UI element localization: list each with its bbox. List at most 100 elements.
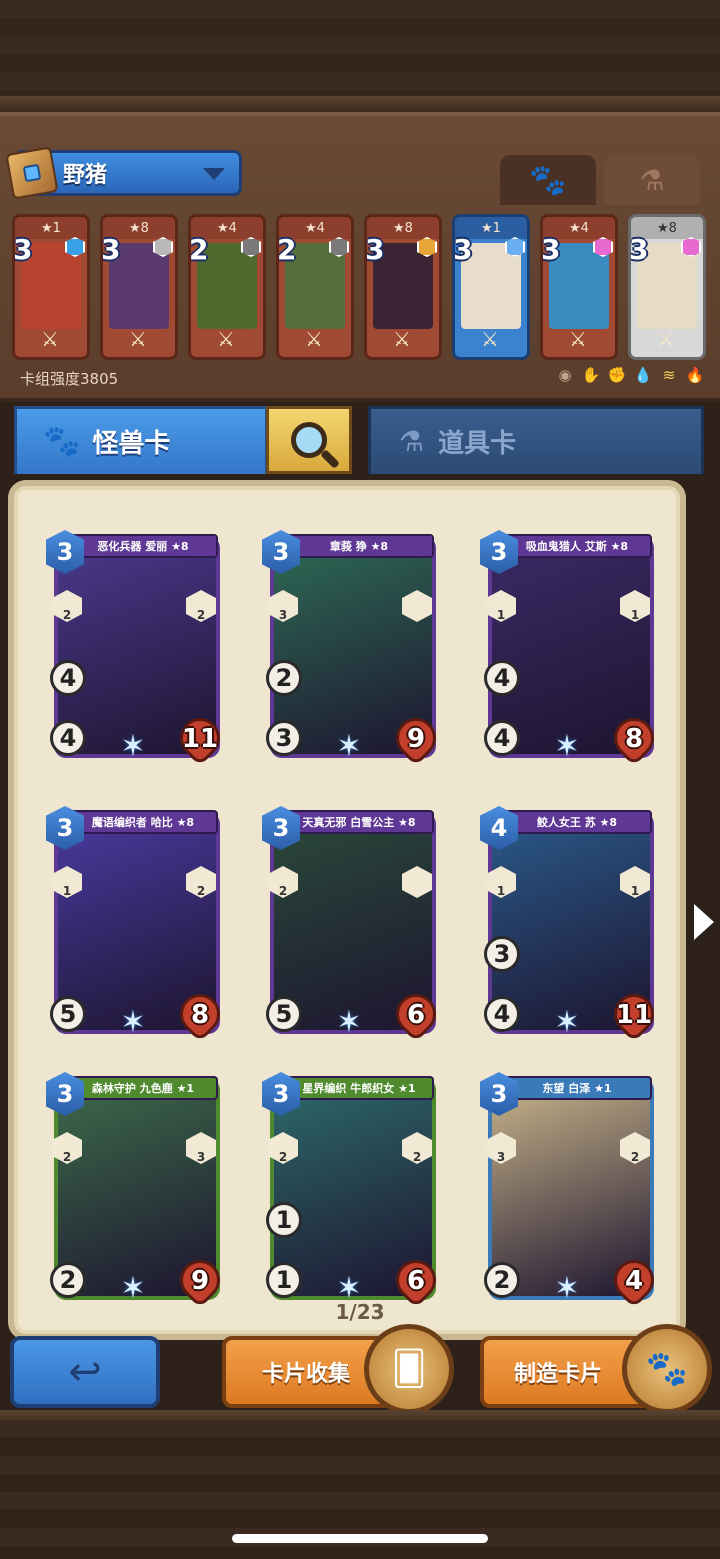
- back-button[interactable]: ↩: [10, 1336, 160, 1408]
- deck-card[interactable]: ★1 3 ⚔: [452, 214, 530, 360]
- weapon-icon: ⚔: [129, 327, 147, 351]
- card-title: 星界编织 牛郎织女 ★1: [284, 1076, 434, 1100]
- weapon-icon: ⚔: [481, 327, 499, 351]
- paw-icon: 🐾: [43, 424, 81, 459]
- star-badge-icon: ✶: [120, 729, 146, 764]
- deck-card-cost: 3: [453, 233, 473, 266]
- star-badge-icon: ✶: [554, 729, 580, 764]
- home-indicator[interactable]: [232, 1534, 488, 1543]
- wind-element-icon: ≋: [662, 366, 676, 384]
- monster-card[interactable]: 天真无邪 白雪公主 ★8 3 2 5 6 ✶: [262, 806, 445, 1043]
- deck-book-icon: [5, 146, 59, 200]
- deck-card-cost: 3: [101, 233, 121, 266]
- wood-beam-top: [0, 96, 720, 112]
- deck-card[interactable]: ★8 3 ⚔: [100, 214, 178, 360]
- weapon-icon: ⚔: [569, 327, 587, 351]
- card-hp: 4: [624, 1266, 644, 1296]
- deck-card-cost: 3: [365, 233, 385, 266]
- card-hp: 9: [190, 1266, 210, 1296]
- deck-card-cost: 2: [189, 233, 209, 266]
- card-attack: 4: [50, 660, 86, 696]
- deck-card-cost: 3: [13, 233, 33, 266]
- tab-monster-label: 怪兽卡: [92, 429, 171, 459]
- deck-card[interactable]: ★8 3 ⚔: [364, 214, 442, 360]
- monster-card[interactable]: 恶化兵器 爱丽 ★8 3 2 2 4 4 11 ✶: [46, 530, 229, 767]
- tab-item-cards[interactable]: ⚗ 道具卡: [368, 406, 704, 474]
- card-defense: 3: [266, 720, 302, 756]
- card-collection-label: 卡片收集: [262, 1362, 351, 1387]
- deck-card-cost: 3: [541, 233, 561, 266]
- card-title: 吸血鬼猎人 艾斯 ★8: [502, 534, 652, 558]
- neutral-element-icon: ◉: [558, 366, 572, 384]
- card-title: 天真无邪 白雪公主 ★8: [284, 810, 434, 834]
- deck-card[interactable]: ★1 3 ⚔: [12, 214, 90, 360]
- card-defense: 5: [50, 996, 86, 1032]
- card-hp: 11: [181, 724, 219, 754]
- card-attack: 3: [484, 936, 520, 972]
- card-defense: 5: [266, 996, 302, 1032]
- card-attack: 1: [266, 1202, 302, 1238]
- beast-element-icon: ✋: [581, 366, 601, 384]
- monster-card[interactable]: 东望 白泽 ★1 3 3 2 2 4 ✶: [480, 1072, 663, 1309]
- weapon-icon: ⚔: [305, 327, 323, 351]
- deck-name: 野猪: [63, 163, 108, 188]
- card-defense: 4: [484, 996, 520, 1032]
- card-title: 鲛人女王 苏 ★8: [502, 810, 652, 834]
- weapon-icon: ⚔: [217, 327, 235, 351]
- deck-card-cost: 2: [277, 233, 297, 266]
- earth-element-icon: ✊: [607, 366, 627, 384]
- chevron-down-icon: [203, 168, 225, 180]
- card-hp: 11: [615, 1000, 653, 1030]
- card-defense: 1: [266, 1262, 302, 1298]
- card-title: 东望 白泽 ★1: [502, 1076, 652, 1100]
- monster-card[interactable]: 森林守护 九色鹿 ★1 3 2 3 2 9 ✶: [46, 1072, 229, 1309]
- search-button[interactable]: [266, 406, 352, 474]
- page-indicator: 1/23: [335, 1300, 385, 1324]
- monster-card[interactable]: 鲛人女王 苏 ★8 4 1 1 3 4 11 ✶: [480, 806, 663, 1043]
- card-defense: 2: [484, 1262, 520, 1298]
- paw-icon: 🐾: [529, 162, 567, 198]
- deck-selector[interactable]: 野猪: [5, 146, 242, 200]
- deck-card[interactable]: ★4 2 ⚔: [276, 214, 354, 360]
- deck-card[interactable]: ★8 3 ⚔: [628, 214, 706, 360]
- element-filter-icons: ◉ ✋ ✊ 💧 ≋ 🔥: [556, 366, 704, 384]
- deck-card[interactable]: ★4 2 ⚔: [188, 214, 266, 360]
- monster-card[interactable]: 魔语编织者 哈比 ★8 3 1 2 5 8 ✶: [46, 806, 229, 1043]
- weapon-icon: ⚔: [41, 327, 59, 351]
- star-badge-icon: ✶: [336, 729, 362, 764]
- card-title: 森林守护 九色鹿 ★1: [68, 1076, 218, 1100]
- star-badge-icon: ✶: [120, 1005, 146, 1040]
- card-title: 章莪 狰 ★8: [284, 534, 434, 558]
- next-page-arrow-icon[interactable]: [694, 904, 714, 940]
- magnifier-icon: [291, 422, 327, 458]
- potion-icon: ⚗: [639, 163, 665, 197]
- card-attack: 4: [484, 660, 520, 696]
- card-hp: 8: [190, 1000, 210, 1030]
- deck-card[interactable]: ★4 3 ⚔: [540, 214, 618, 360]
- card-defense: 4: [484, 720, 520, 756]
- back-arrow-icon: ↩: [68, 1349, 102, 1395]
- weapon-icon: ⚔: [393, 327, 411, 351]
- tab-monster-cards[interactable]: 🐾 怪兽卡: [14, 406, 268, 474]
- monster-card[interactable]: 章莪 狰 ★8 3 3 2 3 9 ✶: [262, 530, 445, 767]
- craft-card-label: 制造卡片: [514, 1362, 603, 1387]
- card-hp: 6: [406, 1266, 426, 1296]
- fire-element-icon: 🔥: [685, 366, 705, 384]
- water-element-icon: 💧: [633, 366, 653, 384]
- tab-item-deck[interactable]: ⚗: [604, 155, 700, 205]
- card-hp: 8: [624, 724, 644, 754]
- star-badge-icon: ✶: [554, 1005, 580, 1040]
- tab-item-label: 道具卡: [438, 429, 517, 459]
- star-badge-icon: ✶: [336, 1005, 362, 1040]
- potion-icon: ⚗: [399, 425, 425, 458]
- weapon-icon: ⚔: [657, 327, 675, 351]
- paw-potion-icon[interactable]: 🐾: [622, 1324, 712, 1414]
- card-hp: 6: [406, 1000, 426, 1030]
- card-book-icon[interactable]: 🂠: [364, 1324, 454, 1414]
- card-hp: 9: [406, 724, 426, 754]
- card-defense: 2: [50, 1262, 86, 1298]
- monster-card[interactable]: 星界编织 牛郎织女 ★1 3 2 2 1 1 6 ✶: [262, 1072, 445, 1309]
- tab-monster-deck[interactable]: 🐾: [500, 155, 596, 205]
- monster-card[interactable]: 吸血鬼猎人 艾斯 ★8 3 1 1 4 4 8 ✶: [480, 530, 663, 767]
- card-title: 恶化兵器 爱丽 ★8: [68, 534, 218, 558]
